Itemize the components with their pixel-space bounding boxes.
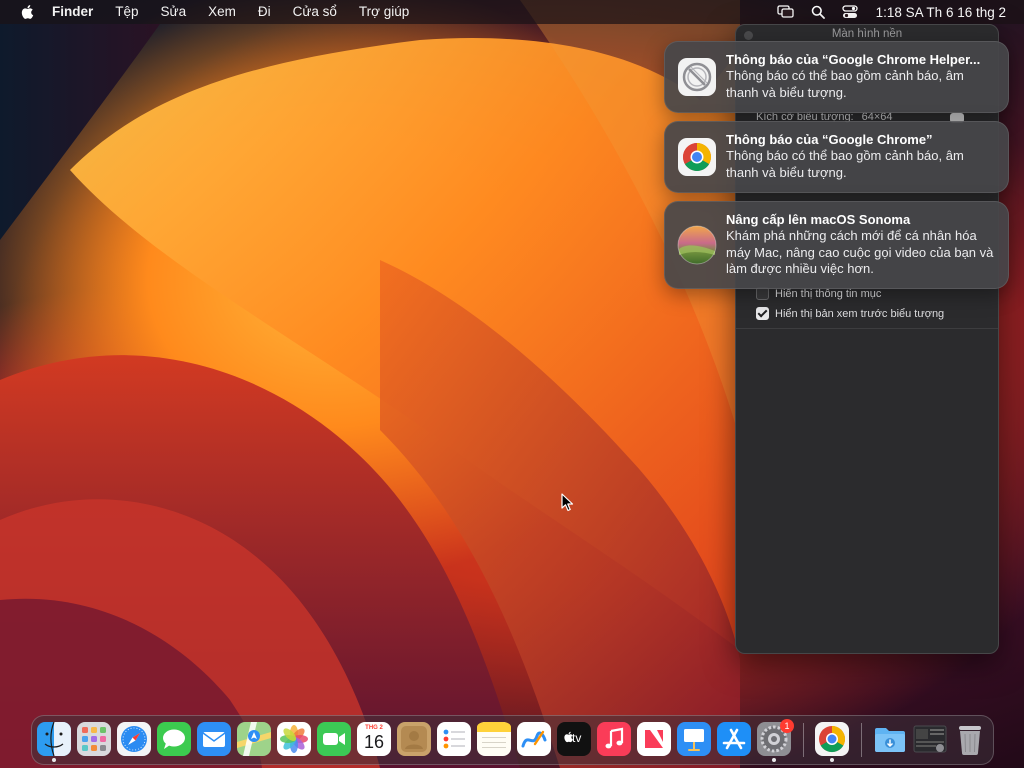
dock-downloads-folder-icon[interactable] [873, 722, 907, 756]
show-item-info-label: Hiển thị thông tin mục [775, 287, 882, 300]
notification-title: Thông báo của “Google Chrome Helper... [726, 52, 981, 67]
dock-chrome-icon[interactable] [815, 722, 849, 756]
screen-mirroring-icon[interactable] [776, 3, 795, 21]
show-icon-preview-label: Hiển thị bản xem trước biểu tượng [775, 307, 945, 320]
menu-view[interactable]: Xem [197, 0, 247, 24]
window-title: Màn hình nền [831, 28, 903, 40]
notification-macos-sonoma[interactable]: Nâng cấp lên macOS Sonoma Khám phá những… [664, 201, 1009, 289]
menu-go[interactable]: Đi [247, 0, 282, 24]
dock-trash-icon[interactable] [953, 722, 987, 756]
dock-music-icon[interactable] [597, 722, 631, 756]
apple-tv-label: tv [572, 731, 582, 745]
dock: THG 2 16 tv 1 [31, 715, 994, 765]
dock-mail-icon[interactable] [197, 722, 231, 756]
dock-launchpad-icon[interactable] [77, 722, 111, 756]
dock-apple-tv-icon[interactable]: tv [557, 722, 591, 756]
dock-keynote-icon[interactable] [677, 722, 711, 756]
notification-chrome-helper[interactable]: Thông báo của “Google Chrome Helper... T… [664, 41, 1009, 113]
show-icon-preview-checkbox[interactable] [756, 307, 769, 320]
apple-menu-icon[interactable] [17, 0, 37, 24]
dock-freeform-icon[interactable] [517, 722, 551, 756]
notification-body: Thông báo có thể bao gồm cảnh báo, âm th… [726, 148, 964, 180]
dock-safari-icon[interactable] [117, 722, 151, 756]
dock-calendar-icon[interactable]: THG 2 16 [357, 722, 391, 756]
dock-system-settings-icon[interactable]: 1 [757, 719, 794, 756]
dock-contacts-icon[interactable] [397, 722, 431, 756]
chrome-icon [677, 137, 717, 177]
menubar-clock[interactable]: 1:18 SA Th 6 16 thg 2 [866, 5, 1024, 20]
settings-notification-badge: 1 [780, 719, 794, 733]
notification-google-chrome[interactable]: Thông báo của “Google Chrome” Thông báo … [664, 121, 1009, 193]
dock-recent-window-thumbnail[interactable] [913, 722, 947, 756]
dock-reminders-icon[interactable] [437, 722, 471, 756]
menu-edit[interactable]: Sửa [150, 0, 198, 24]
menu-file[interactable]: Tệp [104, 0, 149, 24]
dock-running-indicator [830, 758, 834, 762]
mouse-cursor-icon [561, 493, 574, 517]
dock-facetime-icon[interactable] [317, 722, 351, 756]
notification-title: Thông báo của “Google Chrome” [726, 132, 933, 147]
notification-body: Thông báo có thể bao gồm cảnh báo, âm th… [726, 68, 964, 100]
dock-notes-icon[interactable] [477, 722, 511, 756]
menu-window[interactable]: Cửa sổ [282, 0, 348, 24]
notification-body: Khám phá những cách mới để cá nhân hóa m… [726, 228, 994, 276]
calendar-month-label: THG 2 [365, 725, 383, 731]
dock-photos-icon[interactable] [277, 722, 311, 756]
dock-news-icon[interactable] [637, 722, 671, 756]
menu-bar: Finder Tệp Sửa Xem Đi Cửa sổ Trợ giúp 1:… [0, 0, 1024, 24]
menu-finder[interactable]: Finder [41, 0, 104, 24]
window-divider [736, 328, 998, 329]
search-icon[interactable] [809, 3, 827, 21]
dock-maps-icon[interactable] [237, 722, 271, 756]
desktop-view-options-window: Màn hình nền Kích cỡ biểu tượng: 64×64 Hi… [735, 24, 999, 654]
show-icon-preview-row[interactable]: Hiển thị bản xem trước biểu tượng [756, 307, 944, 320]
dock-app-store-icon[interactable] [717, 722, 751, 756]
control-center-icon[interactable] [841, 3, 859, 21]
calendar-day-label: 16 [363, 732, 385, 752]
dock-running-indicator [52, 758, 56, 762]
dock-finder-icon[interactable] [37, 721, 71, 757]
menu-help[interactable]: Trợ giúp [348, 0, 420, 24]
dock-separator [803, 723, 804, 757]
dock-running-indicator [772, 758, 776, 762]
dock-separator [861, 723, 862, 757]
macos-sonoma-icon [677, 225, 717, 265]
chrome-helper-icon [677, 57, 717, 97]
notification-title: Nâng cấp lên macOS Sonoma [726, 212, 911, 227]
dock-messages-icon[interactable] [157, 722, 191, 756]
